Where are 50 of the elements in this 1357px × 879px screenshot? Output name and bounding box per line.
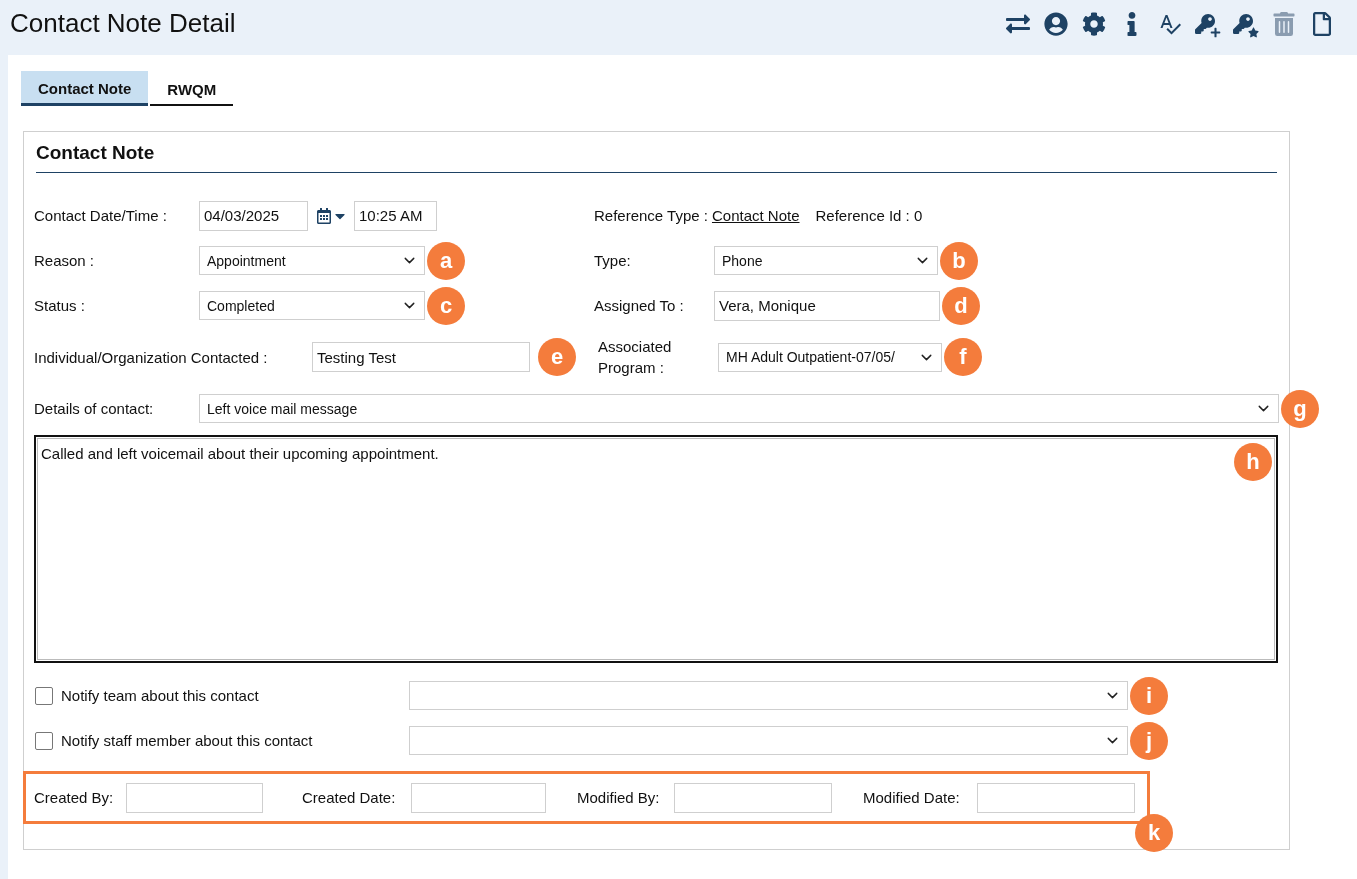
field-label: Individual/Organization Contacted : bbox=[34, 348, 269, 366]
callout-marker: j bbox=[1130, 721, 1168, 760]
field-label: Contact Date/Time : bbox=[34, 207, 168, 224]
calendar-icon[interactable] bbox=[316, 207, 332, 224]
reference-id: Reference Id : 0 bbox=[815, 207, 923, 224]
page-title: Contact Note Detail bbox=[10, 8, 236, 39]
user-icon[interactable] bbox=[1043, 9, 1069, 38]
field-label: Modified By: bbox=[577, 789, 661, 806]
tab[interactable]: Contact Note bbox=[21, 71, 149, 106]
callout-marker: b bbox=[940, 241, 978, 280]
assigned-to-field[interactable]: Vera, Monique bbox=[714, 290, 940, 321]
callout-marker: c bbox=[427, 286, 465, 325]
callout-marker: e bbox=[538, 338, 576, 376]
field-label: Created By: bbox=[34, 789, 115, 806]
field-label: Associated Program : bbox=[598, 337, 673, 378]
date-field[interactable]: 04/03/2025 bbox=[199, 200, 308, 231]
checkbox[interactable] bbox=[35, 731, 53, 750]
callout-marker: f bbox=[944, 338, 982, 376]
text-field[interactable] bbox=[126, 782, 263, 813]
settings-icon[interactable] bbox=[1081, 9, 1107, 38]
program-select[interactable]: MH Adult Outpatient-07/05/ bbox=[718, 342, 942, 372]
section-title: Contact Note bbox=[36, 142, 1277, 173]
field-label: Type: bbox=[594, 252, 632, 269]
callout-marker: k bbox=[1135, 814, 1173, 852]
field-label: Details of contact: bbox=[34, 400, 155, 417]
tab[interactable]: RWQM bbox=[150, 71, 234, 106]
text-field[interactable] bbox=[411, 782, 546, 813]
callout-marker: g bbox=[1281, 389, 1319, 428]
details-select[interactable]: Left voice mail message bbox=[199, 394, 1279, 423]
callout-marker: d bbox=[942, 286, 980, 325]
time-field[interactable]: 10:25 AM bbox=[354, 200, 437, 231]
type-select[interactable]: Phone bbox=[714, 246, 938, 275]
reason-select[interactable]: Appointment bbox=[199, 246, 425, 275]
field-label: Reason : bbox=[34, 252, 96, 269]
field-label: Status : bbox=[34, 297, 86, 314]
field-label: Assigned To : bbox=[594, 297, 685, 314]
checkbox-label: Notify staff member about this contact bbox=[61, 732, 314, 749]
field-label: Reference Type : bbox=[594, 207, 708, 224]
contacted-field[interactable]: Testing Test bbox=[312, 342, 530, 372]
field-label: Created Date: bbox=[302, 789, 397, 806]
callout-marker: a bbox=[427, 241, 465, 280]
checkbox[interactable] bbox=[35, 686, 53, 705]
callout-marker: i bbox=[1130, 676, 1168, 715]
status-select[interactable]: Completed bbox=[199, 291, 425, 320]
text-field[interactable] bbox=[674, 782, 832, 813]
checkbox-label: Notify team about this contact bbox=[61, 687, 260, 704]
reference-link[interactable]: Contact Note bbox=[711, 207, 800, 224]
text-field[interactable] bbox=[977, 782, 1135, 813]
field-label: Modified Date: bbox=[863, 789, 961, 806]
callout-marker: h bbox=[1234, 443, 1272, 481]
